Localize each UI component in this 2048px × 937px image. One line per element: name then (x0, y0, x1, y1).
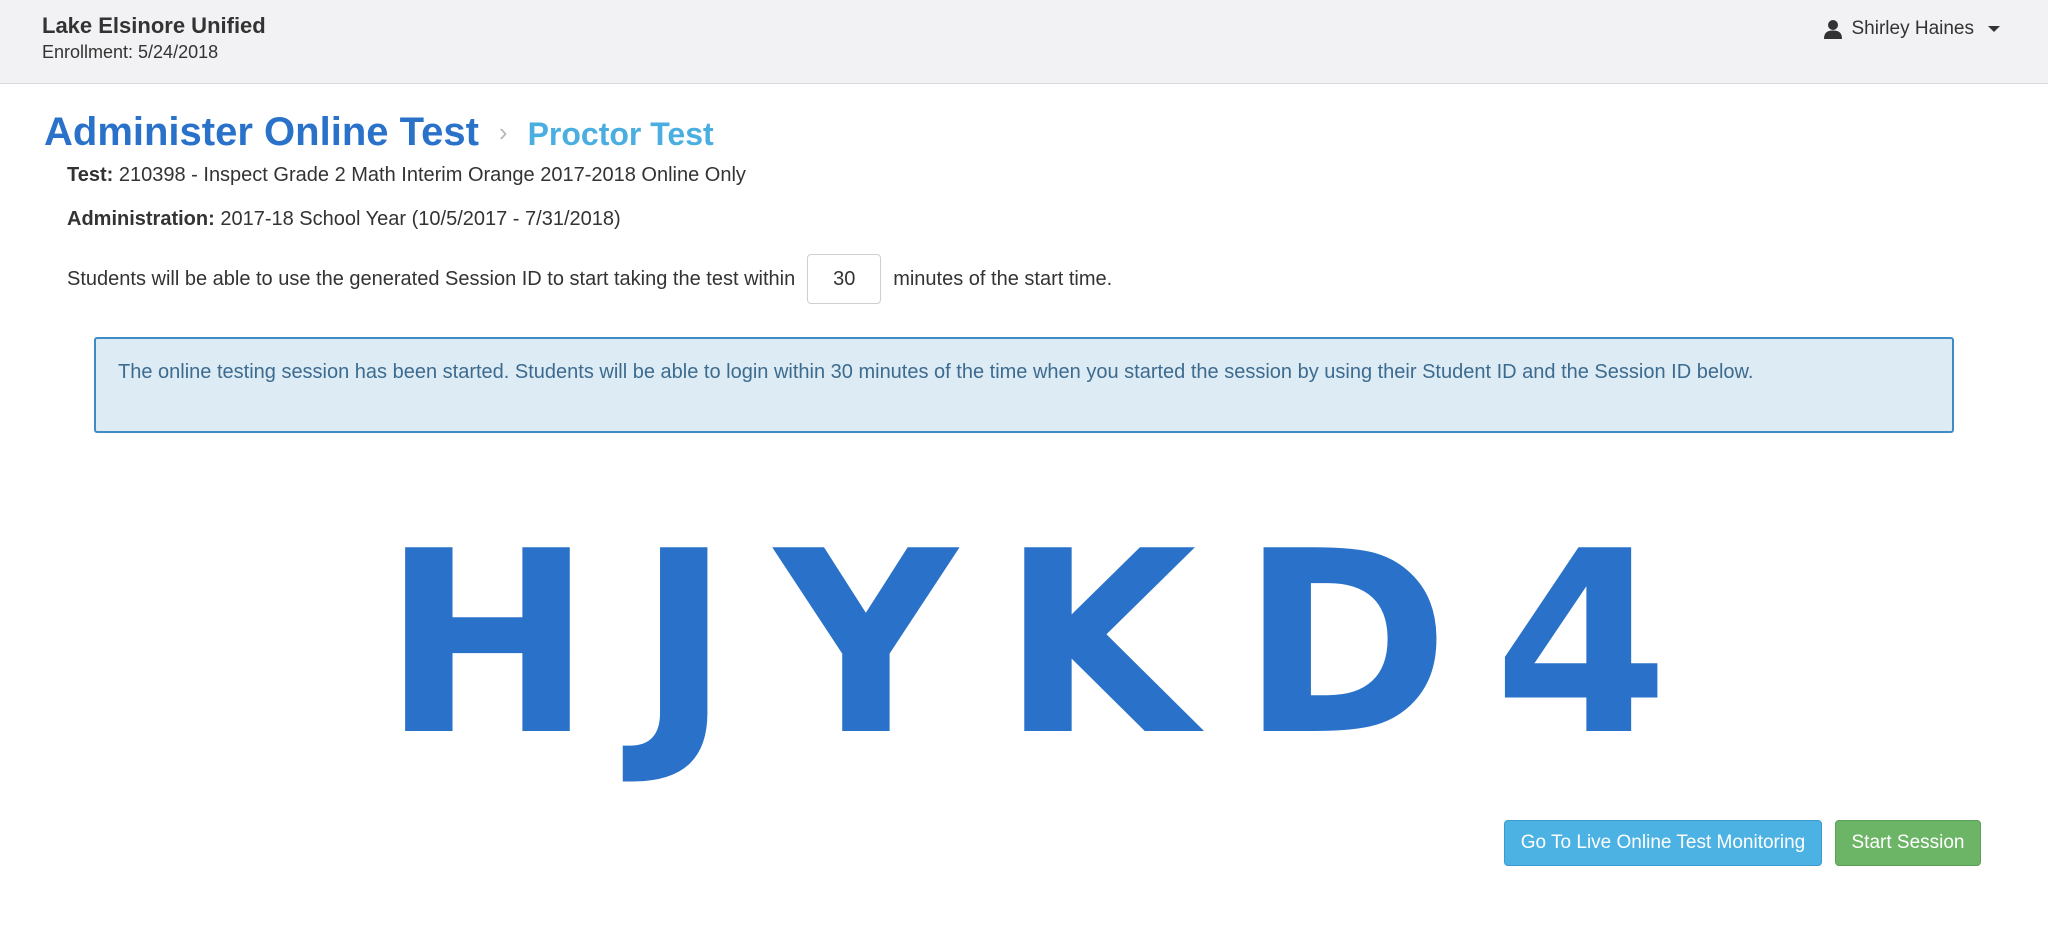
login-window-row: Students will be able to use the generat… (67, 254, 1112, 304)
page-title: Administer Online Test (44, 110, 479, 154)
test-label: Test: (67, 164, 114, 186)
login-window-prefix: Students will be able to use the generat… (67, 267, 796, 290)
user-name: Shirley Haines (1851, 18, 1975, 39)
user-icon (1823, 19, 1842, 39)
chevron-right-icon: › (498, 117, 508, 147)
page-title-row: Administer Online Test › Proctor Test (44, 110, 714, 155)
start-session-button[interactable]: Start Session (1835, 820, 1981, 866)
test-info: Test: 210398 - Inspect Grade 2 Math Inte… (67, 164, 746, 187)
session-id-code: HJYKD4 (382, 498, 1713, 791)
test-value: 210398 - Inspect Grade 2 Math Interim Or… (113, 164, 746, 186)
login-window-suffix: minutes of the start time. (893, 267, 1113, 290)
caret-down-icon (1988, 26, 2000, 32)
user-menu-dropdown[interactable]: Shirley Haines (1823, 18, 2000, 40)
alert-message: The online testing session has been star… (118, 361, 1754, 383)
district-name: Lake Elsinore Unified (42, 13, 266, 38)
enrollment-date: Enrollment: 5/24/2018 (42, 42, 219, 62)
district-info: Lake Elsinore Unified Enrollment: 5/24/2… (42, 12, 266, 64)
minutes-input[interactable] (807, 254, 882, 304)
administration-info: Administration: 2017-18 School Year (10/… (67, 208, 621, 231)
top-navbar: Lake Elsinore Unified Enrollment: 5/24/2… (0, 0, 2048, 84)
live-monitoring-button[interactable]: Go To Live Online Test Monitoring (1504, 820, 1822, 866)
breadcrumb-proctor-test: Proctor Test (527, 116, 714, 152)
administration-value: 2017-18 School Year (10/5/2017 - 7/31/20… (214, 208, 621, 230)
session-started-alert: The online testing session has been star… (94, 337, 1954, 433)
administration-label: Administration: (67, 208, 215, 230)
